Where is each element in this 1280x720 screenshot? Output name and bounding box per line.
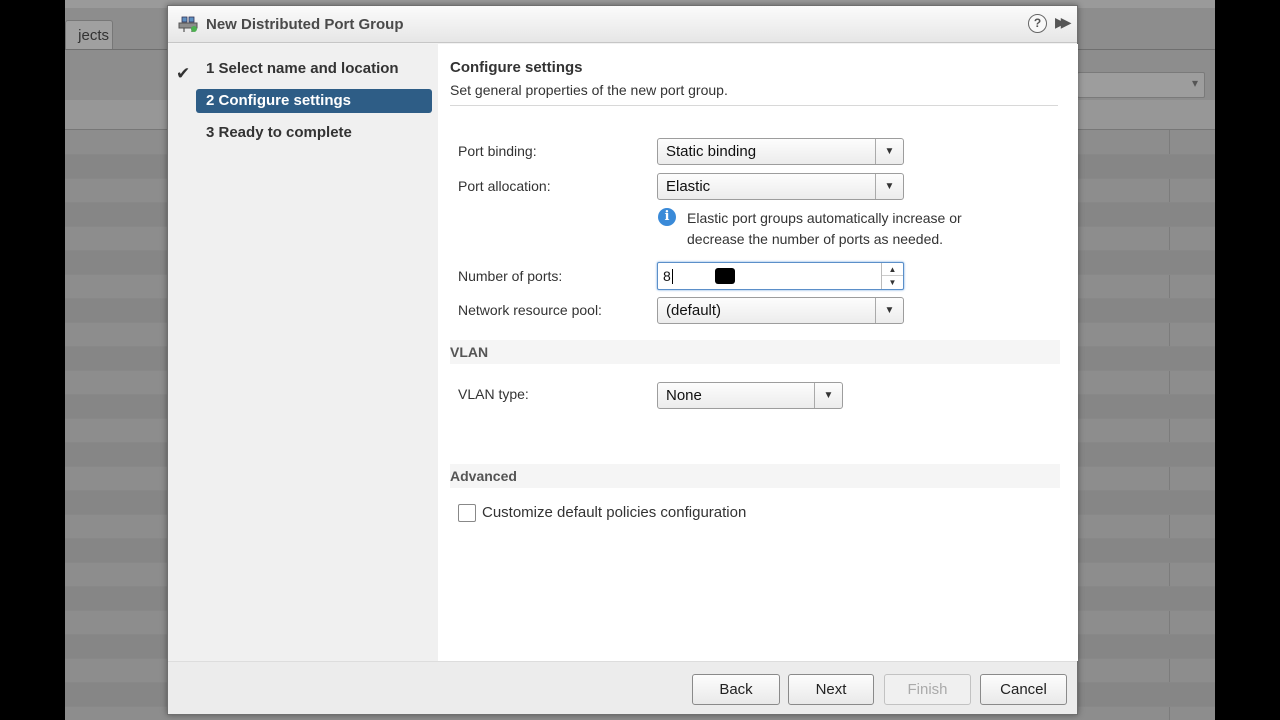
decrement-arrow-icon[interactable]: ▼ <box>882 276 903 289</box>
settings-panel: Configure settings Set general propertie… <box>438 44 1078 661</box>
page-title: Configure settings <box>450 59 583 76</box>
cancel-button[interactable]: Cancel <box>980 674 1067 705</box>
next-button[interactable]: Next <box>788 674 874 705</box>
port-group-icon <box>178 16 198 32</box>
number-of-ports-label: Number of ports: <box>458 268 563 284</box>
page-subtitle: Set general properties of the new port g… <box>450 82 728 98</box>
port-binding-select[interactable]: Static binding ▼ <box>657 138 904 165</box>
expand-panel-icon[interactable]: ▶▶ <box>1055 14 1071 31</box>
port-binding-value: Static binding <box>666 143 757 160</box>
back-button[interactable]: Back <box>692 674 780 705</box>
vlan-type-select[interactable]: None ▼ <box>657 382 843 409</box>
header-divider <box>450 105 1058 106</box>
stepper-buttons: ▲ ▼ <box>881 263 903 289</box>
finish-button[interactable]: Finish <box>884 674 971 705</box>
step-ready-to-complete[interactable]: 3 Ready to complete <box>196 121 432 145</box>
number-of-ports-stepper[interactable]: 8 ▲ ▼ <box>657 262 904 290</box>
dialog-titlebar: New Distributed Port Group ? ▶▶ <box>168 6 1077 43</box>
advanced-section-header: Advanced <box>450 464 1060 488</box>
network-resource-pool-select[interactable]: (default) ▼ <box>657 297 904 324</box>
chevron-down-icon: ▼ <box>875 298 903 323</box>
info-icon: i <box>658 208 676 226</box>
check-icon: ✔ <box>176 64 191 83</box>
increment-arrow-icon[interactable]: ▲ <box>882 263 903 276</box>
vlan-type-label: VLAN type: <box>458 386 529 402</box>
customize-policies-label[interactable]: Customize default policies configuration <box>482 504 746 521</box>
port-allocation-label: Port allocation: <box>458 178 551 194</box>
chevron-down-icon: ▼ <box>875 174 903 199</box>
mouse-cursor-icon <box>715 268 735 284</box>
chevron-down-icon: ▼ <box>814 383 842 408</box>
port-allocation-select[interactable]: Elastic ▼ <box>657 173 904 200</box>
number-of-ports-value: 8 <box>663 268 671 284</box>
help-icon[interactable]: ? <box>1028 14 1047 33</box>
network-resource-pool-label: Network resource pool: <box>458 302 602 318</box>
background-filter-box <box>1077 72 1205 98</box>
customize-policies-checkbox[interactable] <box>458 504 476 522</box>
wizard-steps-nav: ✔ 1 Select name and location 2 Configure… <box>168 44 438 661</box>
step-configure-settings[interactable]: 2 Configure settings <box>196 89 432 113</box>
chevron-down-icon: ▼ <box>875 139 903 164</box>
vlan-section-header: VLAN <box>450 340 1060 364</box>
step-select-name-location[interactable]: 1 Select name and location <box>196 57 432 81</box>
vlan-type-value: None <box>666 387 702 404</box>
new-port-group-dialog: New Distributed Port Group ? ▶▶ ✔ 1 Sele… <box>167 5 1078 715</box>
port-binding-label: Port binding: <box>458 143 537 159</box>
port-allocation-value: Elastic <box>666 178 711 195</box>
text-caret <box>672 269 673 284</box>
elastic-info-text: Elastic port groups automatically increa… <box>687 210 962 247</box>
background-tab: jects <box>65 20 113 50</box>
dialog-footer: Back Next Finish Cancel <box>168 661 1077 714</box>
network-resource-pool-value: (default) <box>666 302 722 319</box>
dialog-title: New Distributed Port Group <box>206 16 404 33</box>
